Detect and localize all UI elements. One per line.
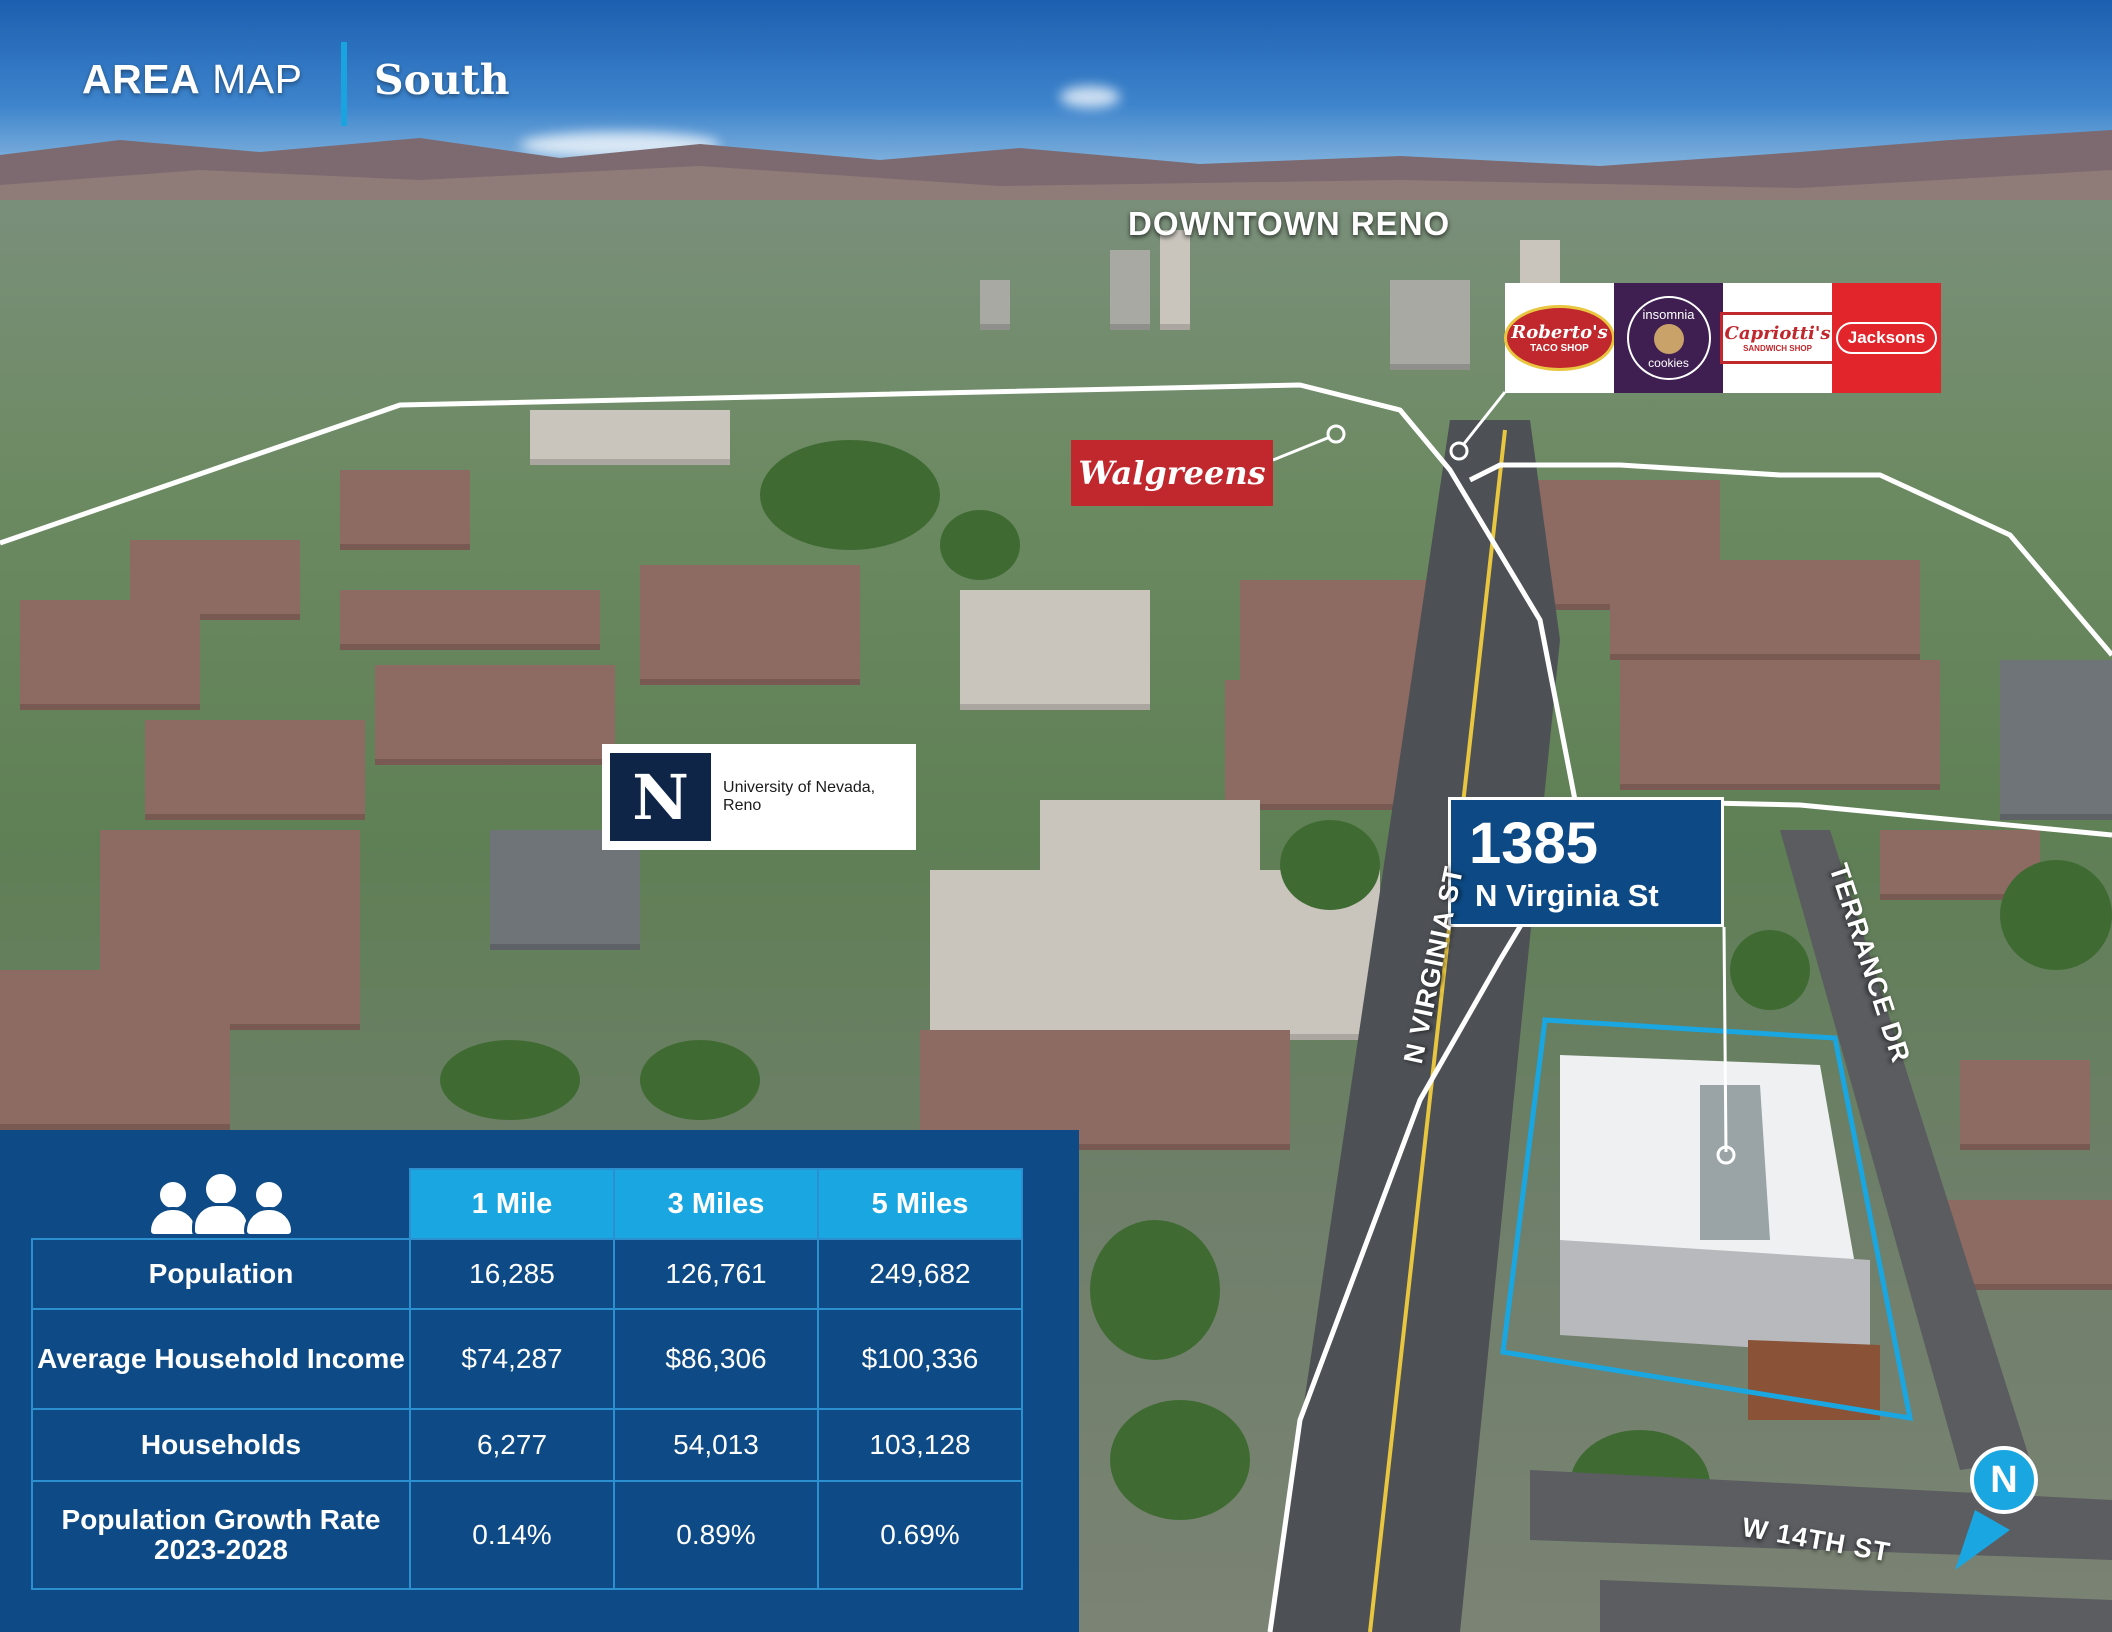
retail-logo-strip: Roberto's TACO SHOP insomnia cookies Cap… (1504, 283, 1941, 393)
col-header: 5 Miles (817, 1168, 1023, 1240)
row-label: Households (31, 1408, 411, 1482)
cell-value: 16,285 (409, 1238, 615, 1310)
col-header: 3 Miles (613, 1168, 819, 1240)
cell-value: 126,761 (613, 1238, 819, 1310)
insomnia-logo: insomnia cookies (1614, 283, 1723, 393)
cell-value: 6,277 (409, 1408, 615, 1482)
page-subtitle: South (374, 56, 510, 104)
cell-value: 103,128 (817, 1408, 1023, 1482)
page-title: AREA MAP (82, 56, 303, 102)
unr-logo: N University of Nevada, Reno (602, 744, 916, 850)
property-callout: 1385 N Virginia St (1448, 797, 1724, 927)
row-label: Average Household Income (31, 1308, 411, 1410)
robertos-logo: Roberto's TACO SHOP (1504, 283, 1615, 393)
col-header: 1 Mile (409, 1168, 615, 1240)
table-header-row: 1 Mile 3 Miles 5 Miles (32, 1168, 1023, 1240)
walgreens-logo: Walgreens (1071, 440, 1273, 506)
table-row: Population Growth Rate 2023-2028 0.14% 0… (31, 1480, 1023, 1590)
row-label: Population (31, 1238, 411, 1310)
table-row: Average Household Income $74,287 $86,306… (31, 1308, 1023, 1410)
title-divider (341, 42, 347, 126)
jacksons-logo: Jacksons (1832, 283, 1941, 393)
property-street: N Virginia St (1475, 878, 1659, 913)
people-icon (33, 1170, 408, 1237)
table-row: Households 6,277 54,013 103,128 (31, 1408, 1023, 1482)
table-row: Population 16,285 126,761 249,682 (31, 1238, 1023, 1310)
cell-value: 0.69% (817, 1480, 1023, 1590)
downtown-label: DOWNTOWN RENO (1128, 205, 1451, 242)
cell-value: 0.89% (613, 1480, 819, 1590)
cell-value: $100,336 (817, 1308, 1023, 1410)
cell-value: 0.14% (409, 1480, 615, 1590)
cell-value: 54,013 (613, 1408, 819, 1482)
unr-mark: N (610, 753, 712, 841)
demographics-table: 1 Mile 3 Miles 5 Miles Population 16,285… (31, 1168, 1023, 1590)
north-arrow: N (1970, 1446, 2038, 1514)
cell-value: $86,306 (613, 1308, 819, 1410)
row-label: Population Growth Rate 2023-2028 (31, 1480, 411, 1590)
capriottis-logo: Capriotti's SANDWICH SHOP (1719, 283, 1836, 393)
property-number: 1385 (1469, 811, 1599, 876)
people-cell (32, 1169, 410, 1239)
cell-value: 249,682 (817, 1238, 1023, 1310)
cell-value: $74,287 (409, 1308, 615, 1410)
unr-name: University of Nevada, Reno (723, 779, 876, 814)
